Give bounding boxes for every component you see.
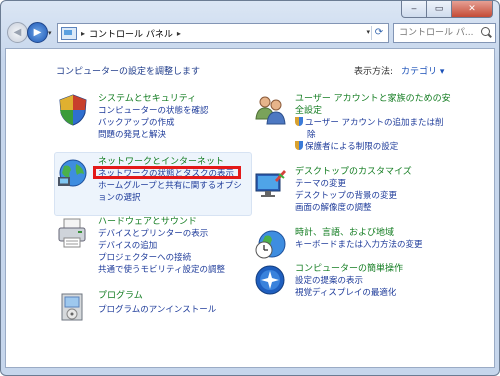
desktop-customization-icon[interactable]	[253, 166, 287, 200]
hardware-link-add-device[interactable]: デバイスの追加	[98, 240, 258, 252]
system-security-icon[interactable]	[56, 93, 90, 127]
content-pane: コンピューターの設定を調整します 表示方法: カテゴリ ▾ システムとセキュリテ…	[5, 48, 495, 368]
system-link-backup[interactable]: バックアップの作成	[98, 117, 258, 129]
breadcrumb-control-panel[interactable]: コントロール パネル	[89, 27, 173, 40]
users-link-add-remove[interactable]: ユーザー アカウントの追加または削	[295, 117, 465, 129]
users-link-add-remove-cont[interactable]: 除	[295, 129, 465, 141]
clock-globe-icon[interactable]	[253, 227, 287, 261]
network-globe-icon[interactable]	[56, 156, 90, 190]
hardware-link-projector[interactable]: プロジェクターへの接続	[98, 252, 258, 264]
back-button[interactable]: ◀	[7, 22, 28, 43]
appearance-link-theme[interactable]: テーマの変更	[295, 178, 455, 190]
programs-link-uninstall[interactable]: プログラムのアンインストール	[98, 304, 258, 316]
ease-link-display[interactable]: 視覚ディスプレイの最適化	[295, 287, 455, 299]
user-accounts-icon[interactable]	[253, 93, 287, 127]
control-panel-window: ‒ ▭ ✕ ◀ ▶ ▾ ▸ コントロール パネル ▸ ▾ ⟳ コンピューターの設…	[0, 0, 500, 376]
search-icon[interactable]	[481, 27, 490, 36]
user-accounts-title-line1[interactable]: ユーザー アカウントと家族のための安	[295, 93, 465, 105]
users-link-parental-controls[interactable]: 保護者による制限の設定	[295, 141, 465, 153]
system-security-title[interactable]: システムとセキュリティ	[98, 93, 258, 105]
minimize-button[interactable]: ‒	[401, 1, 427, 18]
refresh-icon[interactable]: ⟳	[371, 26, 386, 40]
system-link-troubleshoot[interactable]: 問題の発見と解決	[98, 129, 258, 141]
ease-of-access-icon[interactable]	[253, 263, 287, 297]
users-link-add-remove-text[interactable]: ユーザー アカウントの追加または削	[305, 118, 444, 128]
view-by-selector[interactable]: カテゴリ ▾	[401, 64, 444, 77]
uac-shield-icon	[295, 117, 303, 126]
breadcrumb-chevron-icon[interactable]: ▸	[177, 29, 181, 38]
ease-link-suggestions[interactable]: 設定の提案の表示	[295, 275, 455, 287]
close-button[interactable]: ✕	[452, 1, 493, 18]
maximize-button[interactable]: ▭	[427, 1, 452, 18]
title-buttons: ‒ ▭ ✕	[401, 1, 493, 18]
hardware-link-devices-printers[interactable]: デバイスとプリンターの表示	[98, 228, 258, 240]
navigation-bar: ◀ ▶ ▾ ▸ コントロール パネル ▸ ▾ ⟳	[1, 19, 499, 45]
view-by-label: 表示方法:	[354, 67, 394, 77]
uac-shield-icon	[295, 141, 303, 150]
search-input[interactable]	[397, 25, 477, 41]
programs-title[interactable]: プログラム	[98, 290, 258, 302]
highlight-box	[93, 166, 241, 179]
control-panel-icon	[61, 26, 77, 40]
recent-pages-dropdown-icon[interactable]: ▾	[48, 29, 52, 37]
user-accounts-title-line2[interactable]: 全設定	[295, 105, 465, 117]
programs-icon[interactable]	[56, 290, 90, 324]
ease-title[interactable]: コンピューターの簡単操作	[295, 263, 455, 275]
network-link-homegroup[interactable]: ホームグループと共有に関するオプシ	[98, 180, 258, 192]
users-link-parental-controls-text[interactable]: 保護者による制限の設定	[305, 142, 398, 152]
appearance-title[interactable]: デスクトップのカスタマイズ	[295, 166, 455, 178]
clock-link-keyboard[interactable]: キーボードまたは入力方法の変更	[295, 239, 455, 251]
printer-icon[interactable]	[56, 216, 90, 250]
network-link-homegroup-cont[interactable]: ョンの選択	[98, 192, 258, 204]
system-link-check-status[interactable]: コンピューターの状態を確認	[98, 105, 258, 117]
page-title: コンピューターの設定を調整します	[56, 67, 201, 77]
breadcrumb-separator-icon[interactable]: ▸	[81, 29, 85, 38]
appearance-link-resolution[interactable]: 画面の解像度の調整	[295, 202, 455, 214]
hardware-link-mobility[interactable]: 共通で使うモビリティ設定の調整	[98, 264, 258, 276]
hardware-sound-title[interactable]: ハードウェアとサウンド	[98, 216, 258, 228]
search-box[interactable]	[393, 23, 496, 43]
address-bar[interactable]: ▸ コントロール パネル ▸ ▾ ⟳	[57, 23, 389, 43]
address-dropdown-icon[interactable]: ▾	[366, 28, 370, 36]
clock-title[interactable]: 時計、言語、および地域	[295, 227, 455, 239]
forward-button[interactable]: ▶	[27, 22, 48, 43]
appearance-link-background[interactable]: デスクトップの背景の変更	[295, 190, 455, 202]
